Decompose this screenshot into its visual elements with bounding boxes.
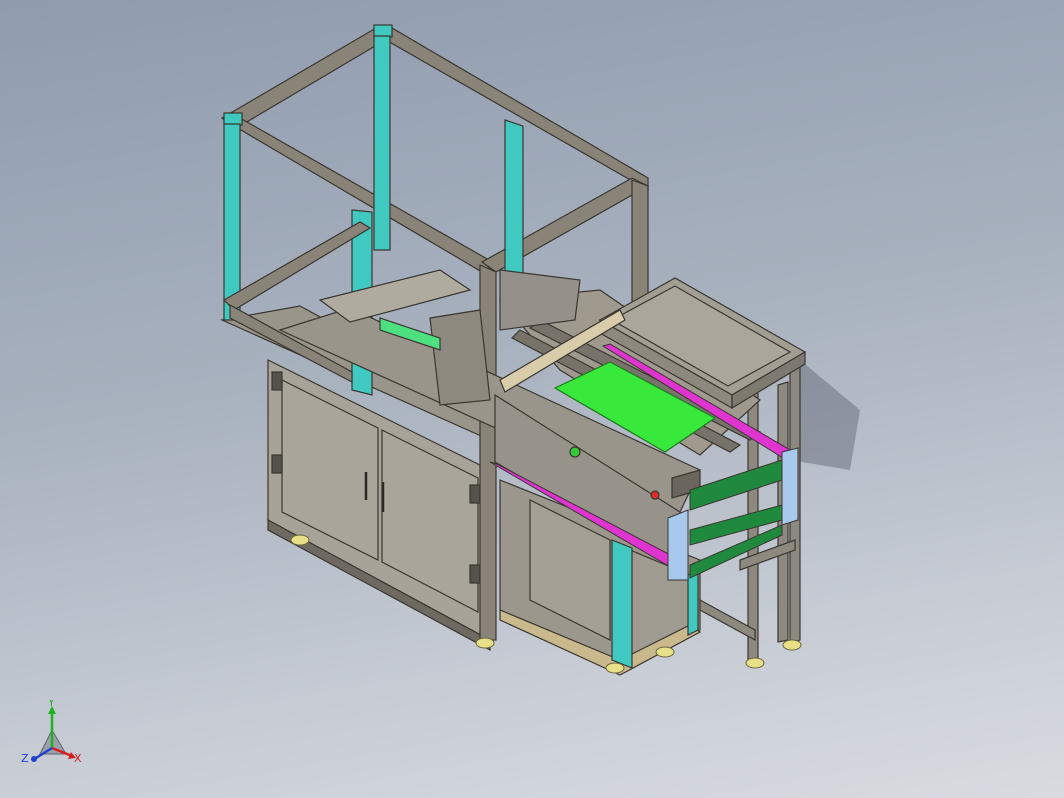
cad-viewport[interactable]: Y X Z <box>0 0 1064 798</box>
y-axis-label: Y <box>47 700 55 709</box>
z-axis-label: Z <box>21 752 29 765</box>
x-axis-label: X <box>74 752 82 765</box>
axis-triad: Y X Z <box>18 696 88 772</box>
machine-model[interactable] <box>0 0 1064 798</box>
